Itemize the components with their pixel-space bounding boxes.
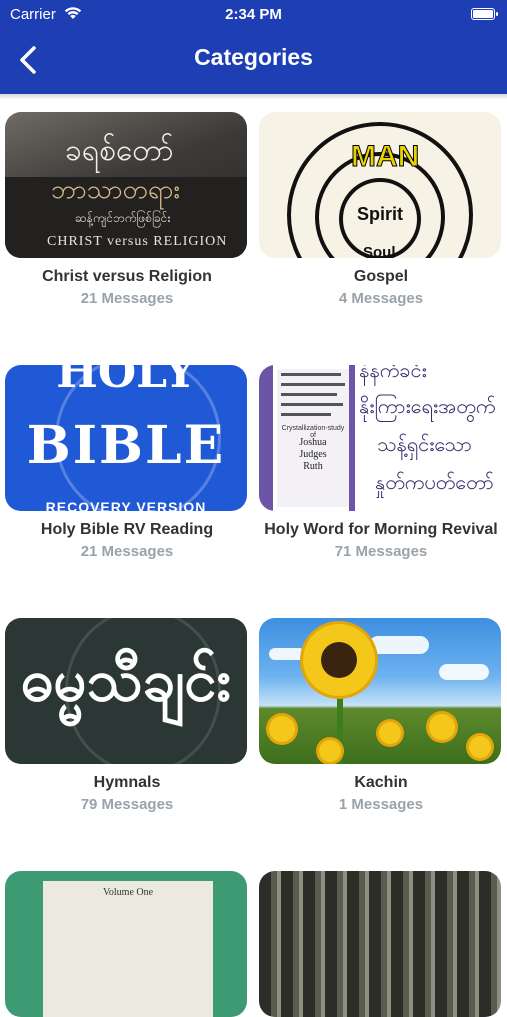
thumbnail-books: Joshua Judges Ruth	[299, 437, 327, 472]
thumbnail-spirit-label: Spirit	[357, 204, 404, 224]
thumbnail-title-mm: ခရစ်တော်	[65, 133, 174, 168]
category-card-holy-word-morning-revival[interactable]: Crystallization-study of Joshua Judges R…	[259, 365, 503, 560]
category-name: Holy Word for Morning Revival	[264, 521, 498, 538]
category-thumbnail: HOLY BIBLE RECOVERY VERSION	[5, 365, 247, 511]
navigation-bar: Carrier 2:34 PM Categories	[0, 0, 507, 94]
thumbnail-mm-line: နိုးကြားရေးအတွက်	[359, 396, 496, 418]
thumbnail-caption-mm: ဆန့်ကျင်ဘက်ဖြစ်ခြင်း	[75, 211, 171, 225]
category-thumbnail	[259, 871, 501, 1017]
message-count: 21 Messages	[80, 290, 174, 307]
category-thumbnail: Volume One	[5, 871, 247, 1017]
thumbnail-mm-line: နှုတ်ကပတ်တော်	[375, 472, 494, 494]
category-thumbnail: Crystallization-study of Joshua Judges R…	[259, 365, 501, 511]
category-card-partial-right[interactable]	[259, 871, 503, 1017]
thumbnail-mm-line: နံနက်ခင်း	[359, 365, 427, 382]
thumbnail-hymns-text: ဓမ္မသီချင်း	[20, 648, 232, 713]
category-name: Hymnals	[93, 774, 161, 791]
category-card-partial-left[interactable]: Volume One	[5, 871, 249, 1017]
category-card-hymnals[interactable]: ဓမ္မသီချင်း Hymnals 79 Messages	[5, 618, 249, 813]
thumbnail-volume-label: Volume One	[102, 887, 154, 898]
category-thumbnail	[259, 618, 501, 764]
clock: 2:34 PM	[225, 6, 282, 23]
thumbnail-title-en: CHRIST versus RELIGION	[47, 234, 228, 249]
thumbnail-holy-text: HOLY	[56, 365, 196, 398]
page-title: Categories	[194, 44, 313, 70]
category-name: Holy Bible RV Reading	[40, 521, 214, 538]
message-count: 1 Messages	[338, 796, 424, 813]
battery-icon	[471, 8, 498, 20]
status-bar: Carrier 2:34 PM	[0, 0, 507, 28]
category-card-kachin[interactable]: Kachin 1 Messages	[259, 618, 503, 813]
category-card-christ-versus-religion[interactable]: ခရစ်တော် ဘာသာတရား ဆန့်ကျင်ဘက်ဖြစ်ခြင်း C…	[5, 112, 249, 307]
category-card-gospel[interactable]: MAN Spirit Soul Gospel 4 Messages	[259, 112, 503, 307]
thumbnail-recovery-text: RECOVERY VERSION	[45, 499, 207, 511]
category-name: Gospel	[353, 268, 409, 285]
nav-shadow	[0, 94, 507, 100]
message-count: 4 Messages	[338, 290, 424, 307]
category-name: Kachin	[354, 774, 408, 791]
category-name: Christ versus Religion	[42, 268, 212, 285]
message-count: 79 Messages	[80, 796, 174, 813]
thumbnail-mm-line: သန့်ရှင်းသော	[377, 434, 472, 456]
message-count: 71 Messages	[334, 543, 428, 560]
category-thumbnail: ဓမ္မသီချင်း	[5, 618, 247, 764]
thumbnail-subtitle-mm: ဘာသာတရား	[51, 175, 181, 205]
category-card-holy-bible-rv-reading[interactable]: HOLY BIBLE RECOVERY VERSION Holy Bible R…	[5, 365, 249, 560]
message-count: 21 Messages	[80, 543, 174, 560]
thumbnail-bible-text: BIBLE	[26, 415, 226, 476]
thumbnail-man-label: MAN	[350, 140, 420, 174]
thumbnail-soul-label: Soul	[363, 244, 396, 258]
category-thumbnail: MAN Spirit Soul	[259, 112, 501, 258]
category-thumbnail: ခရစ်တော် ဘာသာတရား ဆန့်ကျင်ဘက်ဖြစ်ခြင်း C…	[5, 112, 247, 258]
